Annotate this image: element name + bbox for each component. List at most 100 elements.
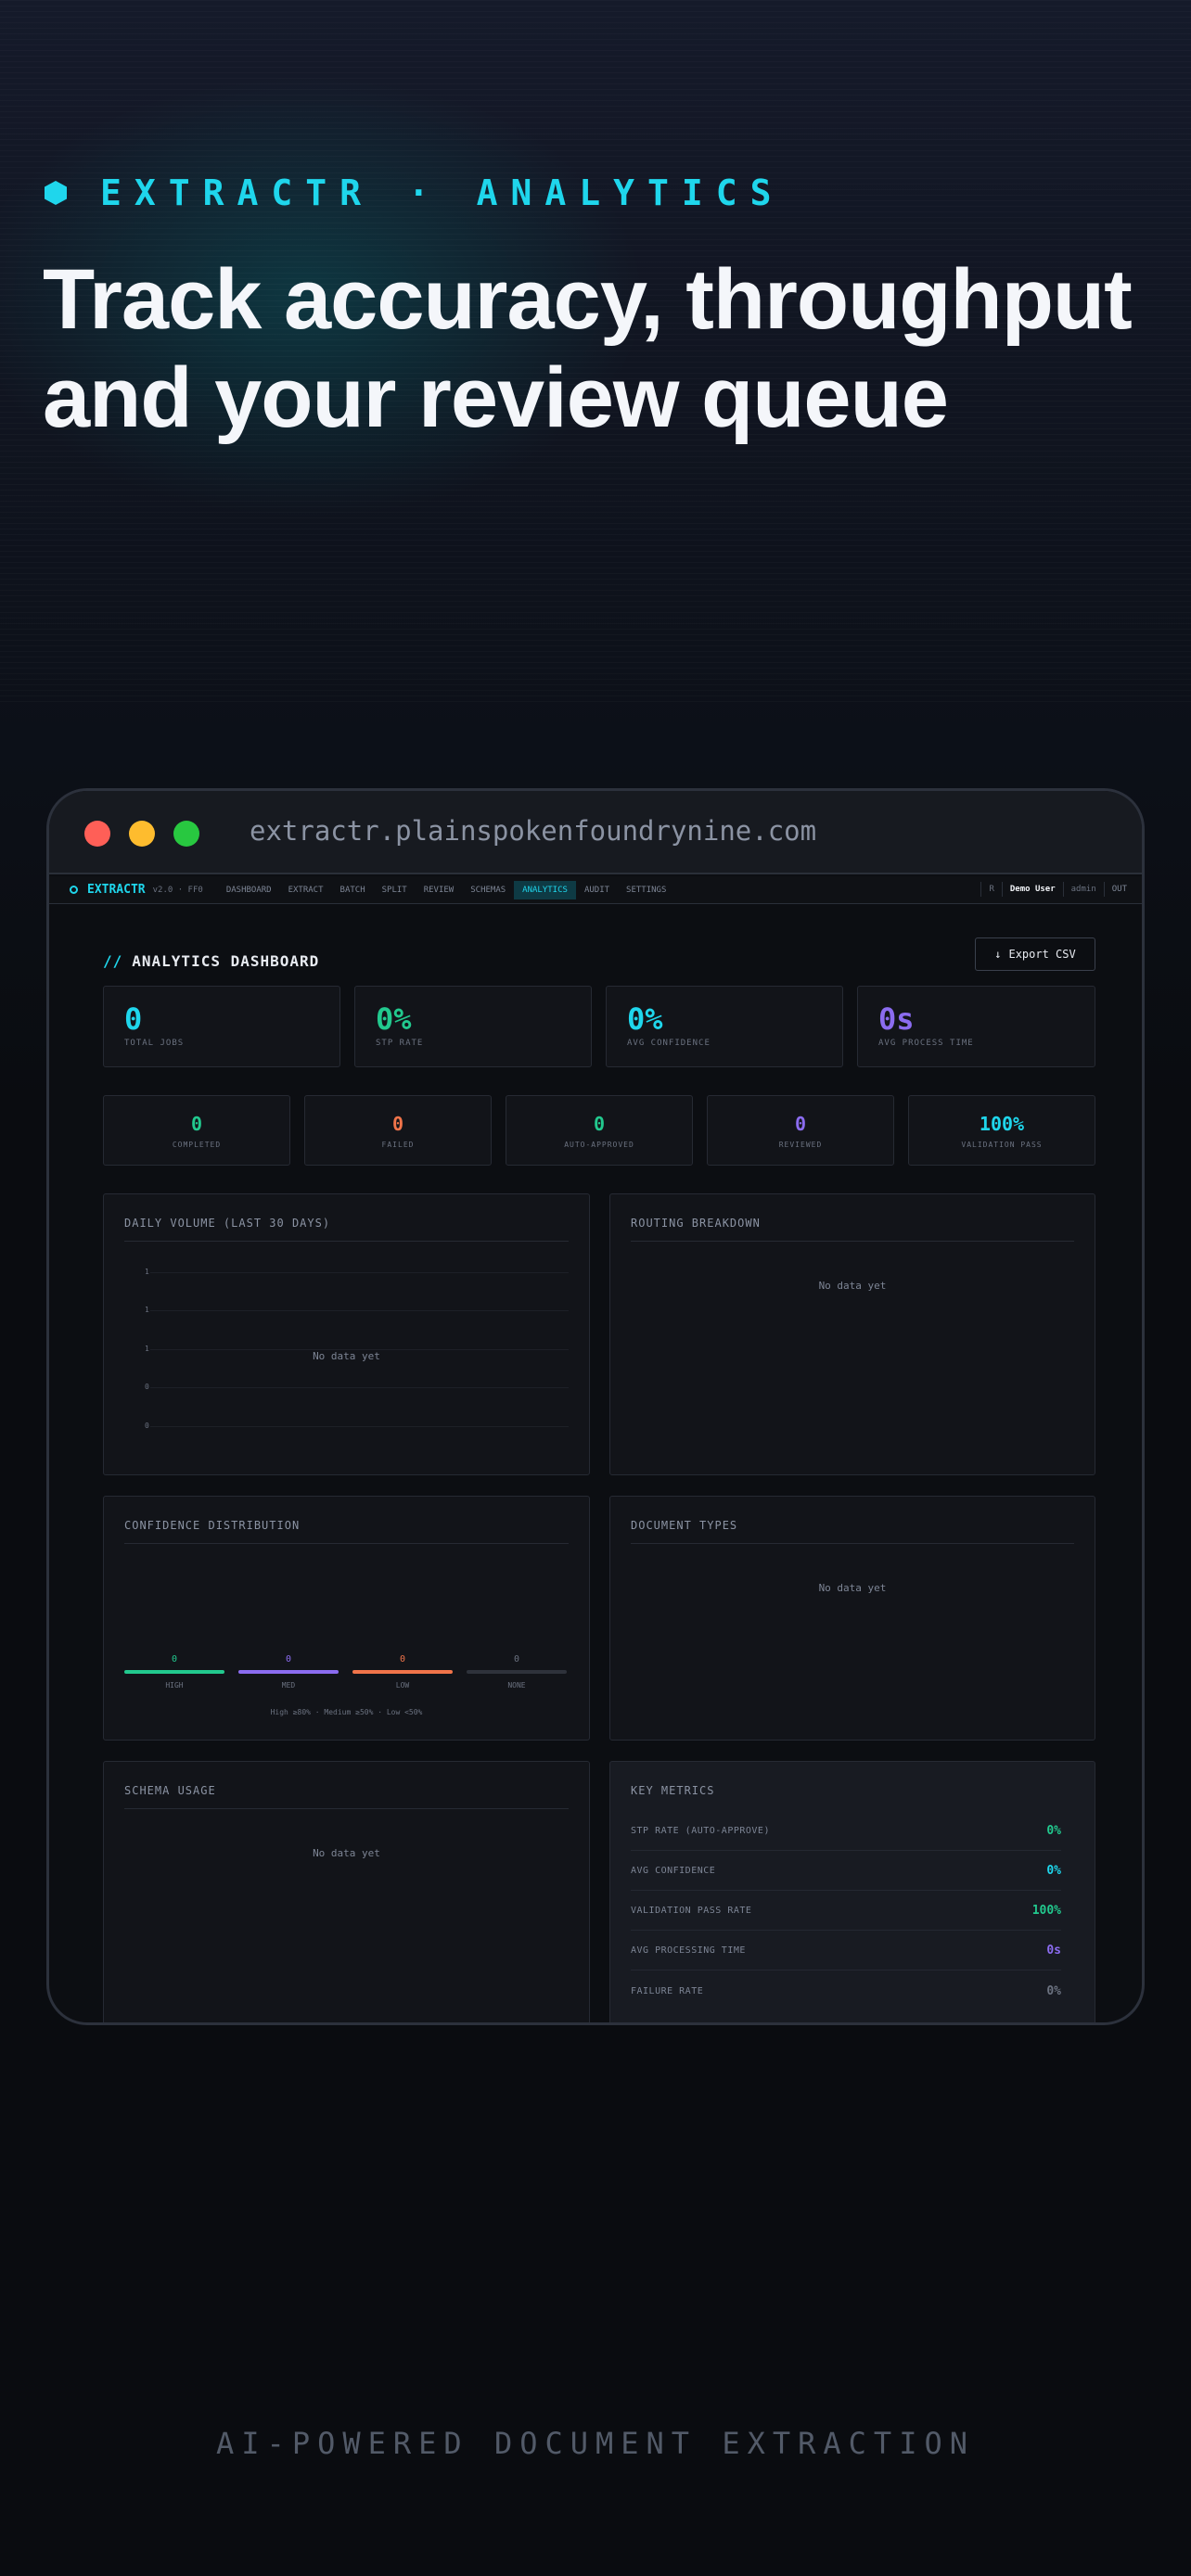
user-badge: R [980, 882, 1001, 897]
metric-label: FAILURE RATE [631, 1985, 704, 1996]
brand-logo-icon [70, 886, 78, 894]
confidence-bucket-low: 0 LOW [352, 1654, 453, 1690]
bucket-bar [238, 1670, 339, 1674]
bucket-bar [124, 1670, 224, 1674]
browser-titlebar: extractr.plainspokenfoundrynine.com [49, 791, 1142, 874]
confidence-distribution-panel: CONFIDENCE DISTRIBUTION 0 HIGH 0 MED 0 L… [103, 1496, 590, 1741]
nav-settings[interactable]: SETTINGS [618, 881, 674, 899]
nav-extract[interactable]: EXTRACT [280, 881, 332, 899]
nav-batch[interactable]: BATCH [332, 881, 374, 899]
user-name[interactable]: Demo User [1001, 882, 1063, 897]
panel-title: KEY METRICS [631, 1784, 715, 1797]
stat-label: TOTAL JOBS [124, 1039, 185, 1048]
close-window-icon[interactable] [84, 821, 110, 847]
title-prefix: // [103, 952, 123, 970]
bucket-label: LOW [395, 1681, 410, 1690]
bucket-value: 0 [171, 1654, 178, 1664]
document-types-panel: DOCUMENT TYPES No data yet [609, 1496, 1095, 1741]
browser-window: extractr.plainspokenfoundrynine.com EXTR… [46, 788, 1145, 2025]
schema-usage-panel: SCHEMA USAGE No data yet [103, 1761, 590, 2022]
metric-value: 0s [1046, 1944, 1061, 1958]
metric-row-avg-confidence: AVG CONFIDENCE 0% [631, 1852, 1061, 1891]
headline-line-1: Track accuracy, throughput [43, 252, 1133, 347]
maximize-window-icon[interactable] [173, 821, 199, 847]
export-csv-label: Export CSV [1008, 948, 1076, 961]
stat-label: STP RATE [376, 1039, 424, 1048]
analytics-content: // ANALYTICS DASHBOARD ↓ Export CSV 0 TOT… [49, 906, 1142, 2022]
stat-value: 0s [878, 1001, 915, 1037]
stat-card-avg-process-time: 0s AVG PROCESS TIME [857, 986, 1095, 1067]
empty-state: No data yet [313, 1847, 380, 1859]
hero-headline: Track accuracy, throughput and your revi… [43, 250, 1156, 447]
empty-state: No data yet [818, 1280, 887, 1292]
metric-value: 0% [1046, 1864, 1061, 1878]
count-value: 0 [391, 1113, 404, 1135]
key-metrics-panel: KEY METRICS STP RATE (AUTO-APPROVE) 0% A… [609, 1761, 1095, 2022]
grid-line [150, 1426, 569, 1427]
page-title: // ANALYTICS DASHBOARD [103, 952, 319, 970]
nav-split[interactable]: SPLIT [374, 881, 416, 899]
y-tick-label: 0 [145, 1383, 149, 1391]
nav-review[interactable]: REVIEW [416, 881, 463, 899]
count-label: VALIDATION PASS [961, 1141, 1043, 1149]
metric-row-validation-pass-rate: VALIDATION PASS RATE 100% [631, 1892, 1061, 1931]
count-card-failed: 0 FAILED [304, 1095, 492, 1166]
panel-title: ROUTING BREAKDOWN [631, 1217, 1074, 1242]
metric-label: STP RATE (AUTO-APPROVE) [631, 1826, 770, 1836]
minimize-window-icon[interactable] [129, 821, 155, 847]
grid-line [150, 1387, 569, 1388]
app-brand[interactable]: EXTRACTR [87, 883, 146, 897]
stat-label: AVG PROCESS TIME [878, 1039, 974, 1048]
logout-button[interactable]: OUT [1103, 882, 1134, 897]
address-bar-url[interactable]: extractr.plainspokenfoundrynine.com [250, 815, 816, 847]
nav-schemas[interactable]: SCHEMAS [462, 881, 514, 899]
count-value: 0 [190, 1113, 203, 1135]
metric-label: VALIDATION PASS RATE [631, 1906, 752, 1916]
app-version: v2.0 · FF0 [152, 885, 203, 895]
panel-title: DAILY VOLUME (LAST 30 DAYS) [124, 1217, 569, 1242]
nav-analytics[interactable]: ANALYTICS [514, 880, 576, 899]
metric-value: 0% [1046, 1983, 1061, 1998]
count-value: 0 [593, 1113, 606, 1135]
metric-row-stp-rate: STP RATE (AUTO-APPROVE) 0% [631, 1812, 1061, 1851]
count-card-completed: 0 COMPLETED [103, 1095, 290, 1166]
export-csv-button[interactable]: ↓ Export CSV [975, 937, 1095, 971]
count-card-reviewed: 0 REVIEWED [707, 1095, 894, 1166]
stat-value: 0 [124, 1001, 143, 1037]
stat-card-avg-confidence: 0% AVG CONFIDENCE [606, 986, 843, 1067]
grid-line [150, 1310, 569, 1311]
headline-line-2: and your review queue [43, 351, 949, 445]
panel-title: DOCUMENT TYPES [631, 1519, 1074, 1544]
metric-label: AVG PROCESSING TIME [631, 1945, 746, 1956]
panel-title: CONFIDENCE DISTRIBUTION [124, 1519, 569, 1544]
nav-audit[interactable]: AUDIT [576, 881, 618, 899]
stat-card-total-jobs: 0 TOTAL JOBS [103, 986, 340, 1067]
hero-eyebrow-text: EXTRACTR · ANALYTICS [100, 172, 785, 213]
y-tick-label: 1 [145, 1306, 149, 1314]
count-label: AUTO-APPROVED [564, 1141, 634, 1149]
bucket-label: HIGH [165, 1681, 184, 1690]
nav-dashboard[interactable]: DASHBOARD [218, 881, 280, 899]
bucket-value: 0 [513, 1654, 520, 1664]
confidence-bucket-med: 0 MED [238, 1654, 339, 1690]
stat-label: AVG CONFIDENCE [627, 1039, 711, 1048]
hexagon-icon [45, 181, 67, 205]
count-card-validation-pass: 100% VALIDATION PASS [908, 1095, 1095, 1166]
bucket-label: MED [281, 1681, 296, 1690]
confidence-bucket-none: 0 NONE [467, 1654, 567, 1690]
stat-value: 0% [376, 1001, 412, 1037]
count-label: REVIEWED [778, 1141, 823, 1149]
count-label: FAILED [381, 1141, 415, 1149]
user-area: R Demo User admin OUT [980, 880, 1134, 899]
footer-tagline: AI-POWERED DOCUMENT EXTRACTION [216, 2426, 975, 2461]
count-card-auto-approved: 0 AUTO-APPROVED [506, 1095, 693, 1166]
metric-value: 0% [1046, 1824, 1061, 1838]
bucket-value: 0 [285, 1654, 292, 1664]
stat-card-stp-rate: 0% STP RATE [354, 986, 592, 1067]
confidence-bucket-high: 0 HIGH [124, 1654, 224, 1690]
metric-label: AVG CONFIDENCE [631, 1866, 716, 1876]
bucket-bar [352, 1670, 453, 1674]
grid-line [150, 1272, 569, 1273]
title-text: ANALYTICS DASHBOARD [132, 952, 320, 970]
empty-state: No data yet [818, 1582, 887, 1594]
